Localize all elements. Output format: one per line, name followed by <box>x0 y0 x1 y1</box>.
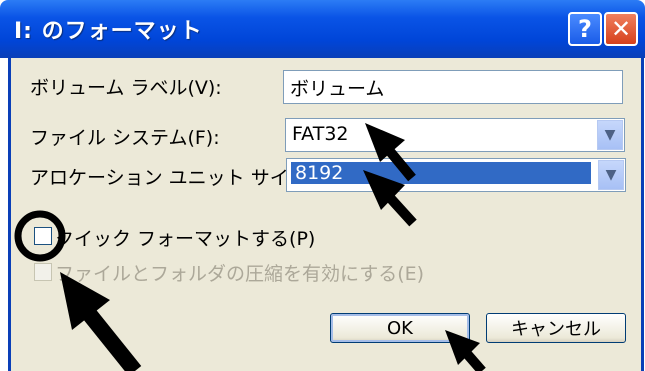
allocation-unit-dropdown-icon[interactable]: ▼ <box>598 160 624 190</box>
cancel-button-label: キャンセル <box>511 319 601 340</box>
allocation-unit-select[interactable]: 8192 ▼ <box>286 158 626 192</box>
quick-format-checkbox[interactable] <box>34 227 52 245</box>
close-icon: ✕ <box>610 15 632 43</box>
quick-format-label[interactable]: クイック フォーマットする(P) <box>55 224 315 251</box>
help-button[interactable]: ? <box>568 12 602 46</box>
dialog-title: I: のフォーマット <box>14 19 203 44</box>
compression-checkbox <box>34 263 52 281</box>
file-system-dropdown-icon[interactable]: ▼ <box>597 120 623 150</box>
volume-label-caption: ボリューム ラベル(V): <box>30 77 222 99</box>
format-dialog: I: のフォーマット ? ✕ ボリューム ラベル(V): ボリューム ファイル … <box>0 0 645 371</box>
file-system-select[interactable]: FAT32 ▼ <box>285 118 625 152</box>
volume-label-value: ボリューム <box>290 78 385 100</box>
cancel-button[interactable]: キャンセル <box>486 313 626 343</box>
file-system-caption: ファイル システム(F): <box>30 127 220 149</box>
volume-label-input[interactable]: ボリューム <box>283 70 623 104</box>
close-button[interactable]: ✕ <box>604 12 638 46</box>
ok-button[interactable]: OK <box>330 313 470 343</box>
compression-label: ファイルとフォルダの圧縮を有効にする(E) <box>55 263 425 285</box>
ok-button-label: OK <box>387 317 413 339</box>
file-system-value: FAT32 <box>292 123 349 145</box>
help-icon: ? <box>578 15 592 43</box>
title-bar[interactable]: I: のフォーマット ? ✕ <box>0 0 645 58</box>
allocation-unit-value: 8192 <box>291 162 591 184</box>
